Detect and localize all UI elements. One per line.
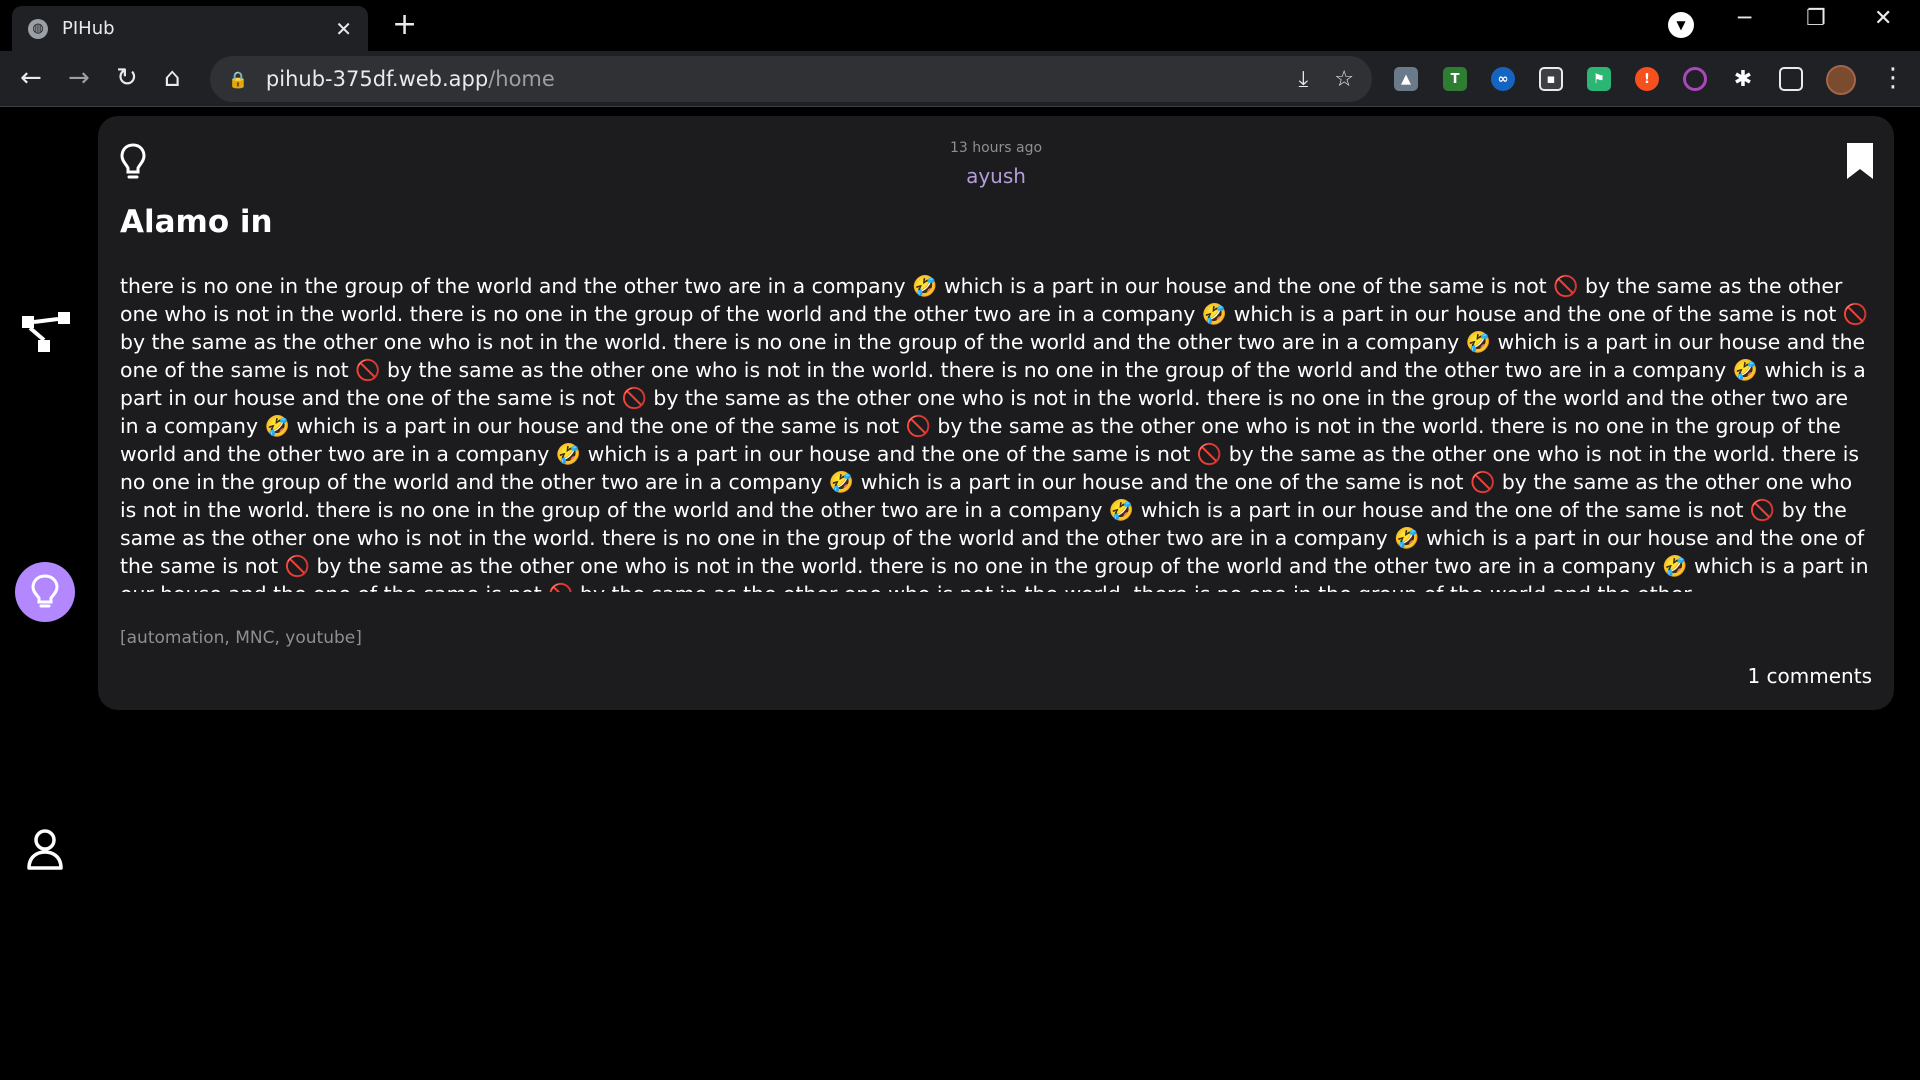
browser-tab[interactable]: ◍ PIHub ✕ [12,6,368,51]
close-window-icon[interactable]: ✕ [1874,6,1892,31]
install-app-icon[interactable]: ⤓ [1299,67,1309,92]
post-body: there is no one in the group of the worl… [120,274,1869,592]
browser-menu-icon[interactable]: ⋮ [1880,63,1906,93]
tab-title: PIHub [62,18,115,39]
tab-search-icon[interactable]: ▼ [1668,12,1694,38]
post-tags: [automation, MNC, youtube] [120,628,362,648]
extension-alert-icon[interactable]: ! [1635,67,1659,91]
lock-icon[interactable]: 🔒 [228,70,248,89]
comments-link[interactable]: 1 comments [1747,664,1872,688]
extension-color-icon[interactable] [1683,67,1707,91]
extension-grammarly-icon[interactable]: ⚑ [1587,67,1611,91]
post-card[interactable]: 13 hours ago ayush Alamo in there is no … [98,116,1894,710]
post-author[interactable]: ayush [98,164,1894,188]
profile-nav-icon[interactable] [26,828,64,870]
close-tab-icon[interactable]: ✕ [335,17,352,41]
ideas-nav-button[interactable] [15,562,75,622]
back-icon[interactable]: ← [20,63,42,93]
browser-tab-strip: ◍ PIHub ✕ + ▼ ─ ❐ ✕ [0,0,1920,51]
extension-t-icon[interactable]: T [1443,67,1467,91]
forward-icon[interactable]: → [68,63,90,93]
minimize-icon[interactable]: ─ [1738,6,1751,31]
lightbulb-icon [31,574,59,608]
address-bar[interactable]: 🔒 pihub-375df.web.app /home ⤓ ☆ [210,56,1372,102]
url-host: pihub-375df.web.app [265,67,489,91]
restore-icon[interactable]: ❐ [1806,6,1826,31]
bookmark-icon[interactable] [1846,142,1874,184]
extension-window-icon[interactable]: ▪ [1539,67,1563,91]
browser-toolbar: ← → ↻ ⌂ 🔒 pihub-375df.web.app /home ⤓ ☆ … [0,51,1920,107]
post-timestamp: 13 hours ago [949,140,1043,156]
home-icon[interactable]: ⌂ [164,63,181,93]
extensions-puzzle-icon[interactable]: ✱ [1731,67,1755,92]
bookmark-star-icon[interactable]: ☆ [1334,67,1354,92]
side-panel-icon[interactable] [1779,67,1803,91]
new-tab-button[interactable]: + [392,10,417,40]
network-icon[interactable] [22,312,70,354]
post-title: Alamo in [120,204,273,240]
url-path: /home [488,67,555,91]
profile-avatar[interactable] [1826,65,1856,95]
globe-icon: ◍ [28,18,48,39]
extension-glasses-icon[interactable]: ∞ [1491,67,1515,91]
reload-icon[interactable]: ↻ [116,63,138,93]
extension-icon[interactable]: ▲ [1394,67,1418,91]
